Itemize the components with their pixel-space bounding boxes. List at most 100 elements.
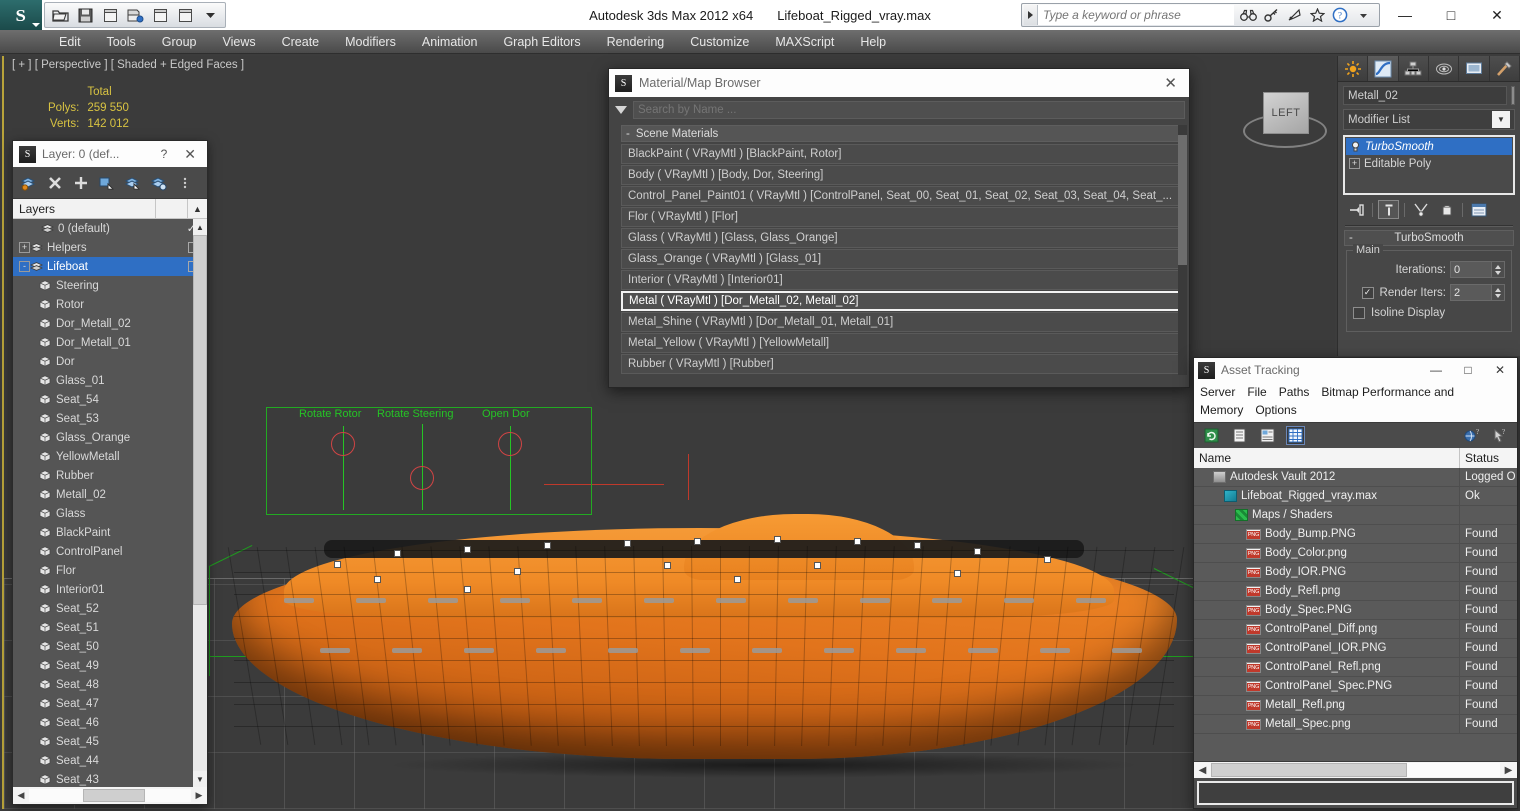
asset-row[interactable]: Metall_Spec.png Found bbox=[1194, 715, 1517, 734]
asset-tracking-hscrollbar[interactable]: ◀ ▶ bbox=[1194, 761, 1517, 778]
asset-menu-paths[interactable]: Paths bbox=[1279, 385, 1310, 399]
layer-list[interactable]: 0 (default) ✓ + Helpers - Lifeboat Steering Rot… bbox=[13, 219, 207, 787]
asset-menu-server[interactable]: Server bbox=[1200, 385, 1235, 399]
material-search-input[interactable] bbox=[633, 101, 1185, 119]
layer-row[interactable]: Seat_51 bbox=[13, 618, 207, 637]
layer-row[interactable]: ControlPanel bbox=[13, 542, 207, 561]
maximize-button[interactable]: □ bbox=[1428, 0, 1474, 30]
material-browser-title-bar[interactable]: S Material/Map Browser ✕ bbox=[609, 69, 1189, 97]
motion-tab-icon[interactable] bbox=[1428, 56, 1460, 81]
detail-view-icon[interactable] bbox=[1258, 426, 1277, 445]
key-icon[interactable] bbox=[1261, 5, 1281, 25]
object-color-swatch[interactable] bbox=[1511, 86, 1515, 105]
layer-row[interactable]: Rubber bbox=[13, 466, 207, 485]
layer-scroll-right[interactable]: ▶ bbox=[191, 788, 207, 803]
layer-row[interactable]: Seat_47 bbox=[13, 694, 207, 713]
remove-modifier-icon[interactable] bbox=[1436, 200, 1457, 219]
material-row[interactable]: Metal ( VRayMtl ) [Dor_Metall_02, Metall… bbox=[621, 291, 1185, 311]
layer-row[interactable]: Glass bbox=[13, 504, 207, 523]
material-scroll-thumb[interactable] bbox=[1178, 135, 1187, 265]
menu-item-tools[interactable]: Tools bbox=[94, 32, 149, 52]
asset-row[interactable]: Maps / Shaders bbox=[1194, 506, 1517, 525]
delete-layer-icon[interactable] bbox=[45, 173, 65, 193]
sub-object-gizmo[interactable] bbox=[544, 542, 551, 549]
asset-row[interactable]: ControlPanel_IOR.PNG Found bbox=[1194, 639, 1517, 658]
menu-item-maxscript[interactable]: MAXScript bbox=[762, 32, 847, 52]
asset-row[interactable]: Body_Color.png Found bbox=[1194, 544, 1517, 563]
lifeboat-model[interactable] bbox=[214, 514, 1204, 806]
layer-scroll-thumb[interactable] bbox=[193, 235, 207, 605]
asset-scroll-right[interactable]: ▶ bbox=[1500, 763, 1517, 778]
layer-row[interactable]: - Lifeboat bbox=[13, 257, 207, 276]
save-file-icon[interactable] bbox=[73, 4, 97, 26]
sub-object-gizmo[interactable] bbox=[694, 538, 701, 545]
layer-row[interactable]: YellowMetall bbox=[13, 447, 207, 466]
view-cube[interactable]: LEFT bbox=[1235, 78, 1335, 164]
modify-tab-icon[interactable] bbox=[1368, 56, 1399, 81]
layer-scroll-up[interactable]: ▲ bbox=[193, 219, 207, 235]
redo-icon[interactable] bbox=[173, 4, 197, 26]
layer-row[interactable]: Interior01 bbox=[13, 580, 207, 599]
asset-row[interactable]: ControlPanel_Refl.png Found bbox=[1194, 658, 1517, 677]
view-cube-face-left[interactable]: LEFT bbox=[1263, 92, 1309, 134]
create-new-layer-icon[interactable] bbox=[19, 173, 39, 193]
asset-row[interactable]: Body_Refl.png Found bbox=[1194, 582, 1517, 601]
grid-view-icon[interactable] bbox=[1286, 426, 1305, 445]
sub-object-gizmo[interactable] bbox=[394, 550, 401, 557]
sub-object-gizmo[interactable] bbox=[624, 540, 631, 547]
asset-row[interactable]: Autodesk Vault 2012 Logged O bbox=[1194, 468, 1517, 487]
menu-item-create[interactable]: Create bbox=[269, 32, 333, 52]
asset-hscroll-thumb[interactable] bbox=[1211, 763, 1407, 777]
layer-row[interactable]: Dor bbox=[13, 352, 207, 371]
manip-knob-rotor[interactable] bbox=[331, 432, 355, 456]
configure-modifier-sets-icon[interactable] bbox=[1468, 200, 1489, 219]
layer-hscroll-track[interactable] bbox=[29, 789, 191, 802]
select-highlighted-objects-icon[interactable] bbox=[123, 173, 143, 193]
sub-object-gizmo[interactable] bbox=[664, 562, 671, 569]
layer-row[interactable]: Seat_53 bbox=[13, 409, 207, 428]
iterations-spinner[interactable] bbox=[1450, 261, 1505, 278]
material-row[interactable]: Glass ( VRayMtl ) [Glass, Glass_Orange] bbox=[621, 228, 1185, 248]
object-name-input[interactable] bbox=[1343, 86, 1507, 105]
layer-row[interactable]: Glass_Orange bbox=[13, 428, 207, 447]
material-browser-scrollbar[interactable] bbox=[1178, 125, 1187, 375]
create-tab-icon[interactable] bbox=[1338, 56, 1369, 81]
layer-row[interactable]: Glass_01 bbox=[13, 371, 207, 390]
help-globe-icon[interactable]: ? bbox=[1462, 426, 1481, 445]
layer-explorer-help-button[interactable]: ? bbox=[155, 147, 174, 161]
sub-object-gizmo[interactable] bbox=[814, 562, 821, 569]
search-dropdown-icon[interactable] bbox=[1024, 5, 1038, 25]
material-row[interactable]: Flor ( VRayMtl ) [Flor] bbox=[621, 207, 1185, 227]
material-row[interactable]: Metal_Shine ( VRayMtl ) [Dor_Metall_01, … bbox=[621, 312, 1185, 332]
asset-tracking-maximize-button[interactable]: □ bbox=[1455, 359, 1481, 381]
layer-row[interactable]: Flor bbox=[13, 561, 207, 580]
manip-knob-steering[interactable] bbox=[410, 466, 434, 490]
layer-scroll-left[interactable]: ◀ bbox=[13, 788, 29, 803]
manip-knob-dor[interactable] bbox=[498, 432, 522, 456]
save-as-icon[interactable] bbox=[123, 4, 147, 26]
layer-row[interactable]: Rotor bbox=[13, 295, 207, 314]
asset-menu-bitmap-performance-and-memory[interactable]: Bitmap Performance and Memory bbox=[1200, 385, 1454, 417]
show-end-result-icon[interactable] bbox=[1378, 200, 1399, 219]
minimize-button[interactable]: — bbox=[1382, 0, 1428, 30]
column-header-status[interactable]: Status bbox=[1459, 448, 1517, 468]
render-iters-checkbox[interactable]: ✓ bbox=[1361, 286, 1374, 299]
sub-object-gizmo[interactable] bbox=[914, 542, 921, 549]
menu-item-help[interactable]: Help bbox=[847, 32, 899, 52]
utilities-tab-icon[interactable] bbox=[1489, 56, 1520, 81]
layer-row[interactable]: Seat_52 bbox=[13, 599, 207, 618]
menu-item-graph-editors[interactable]: Graph Editors bbox=[490, 32, 593, 52]
layer-row[interactable]: Seat_50 bbox=[13, 637, 207, 656]
asset-scroll-left[interactable]: ◀ bbox=[1194, 763, 1211, 778]
asset-menu-file[interactable]: File bbox=[1247, 385, 1266, 399]
binoculars-icon[interactable] bbox=[1238, 5, 1258, 25]
render-iters-spinner[interactable] bbox=[1450, 284, 1505, 301]
material-row[interactable]: Control_Panel_Paint01 ( VRayMtl ) [Contr… bbox=[621, 186, 1185, 206]
layer-hscroll-thumb[interactable] bbox=[83, 789, 145, 802]
menu-item-customize[interactable]: Customize bbox=[677, 32, 762, 52]
search-input[interactable] bbox=[1038, 5, 1234, 25]
sub-object-gizmo[interactable] bbox=[854, 538, 861, 545]
isoline-display-checkbox[interactable] bbox=[1353, 307, 1365, 319]
layer-row[interactable]: Seat_45 bbox=[13, 732, 207, 751]
star-icon[interactable] bbox=[1307, 5, 1327, 25]
